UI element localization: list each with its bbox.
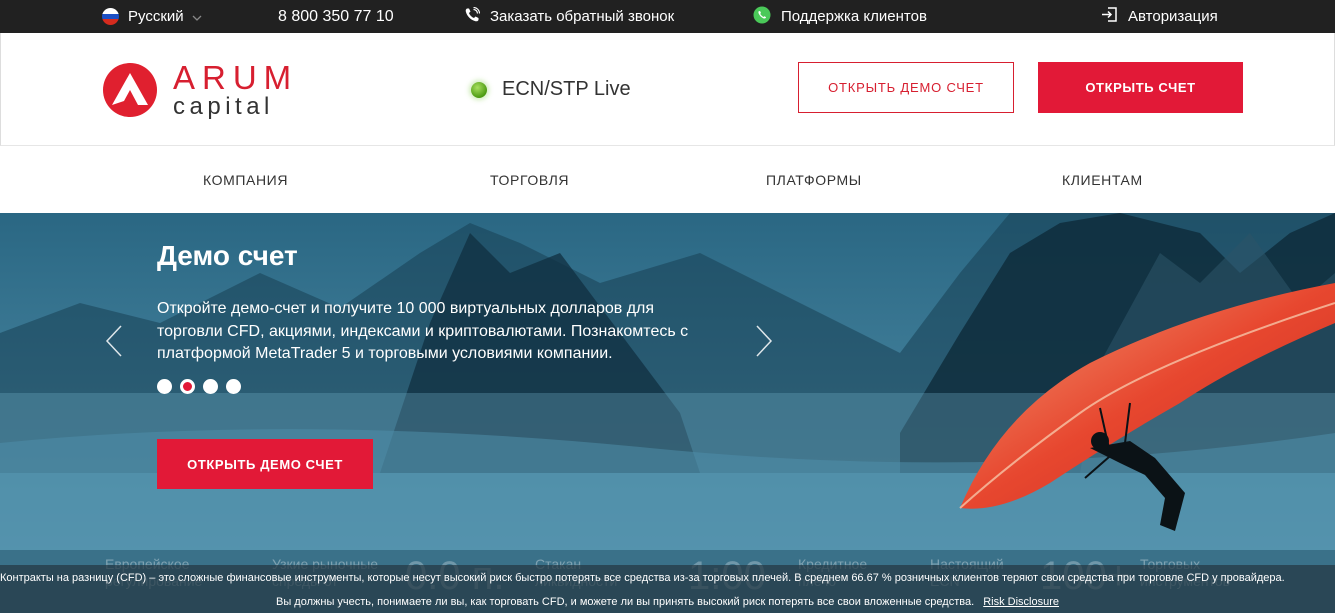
risk-disclosure-link[interactable]: Risk Disclosure [983,596,1059,608]
status-label: ECN/STP Live [502,78,631,100]
chevron-down-icon [192,8,202,25]
phone-number[interactable]: 8 800 350 77 10 [278,0,394,33]
nav-item-clients[interactable]: КЛИЕНТАМ [1062,146,1143,213]
open-demo-account-button[interactable]: ОТКРЫТЬ ДЕМО СЧЕТ [798,62,1014,113]
language-label: Русский [128,8,184,25]
slider-dot-4[interactable] [226,379,241,394]
login-link[interactable]: Авторизация [1101,0,1218,33]
status-indicator-icon [471,81,487,98]
support-label: Поддержка клиентов [781,8,927,25]
support-link[interactable]: Поддержка клиентов [753,0,927,33]
logo-arum-text: ARUM [173,59,299,96]
logo-capital-text: capital [173,93,274,120]
phone-icon [464,6,481,27]
site-header: ARUM capital ECN/STP Live ОТКРЫТЬ ДЕМО С… [0,33,1335,146]
hero-description: Откройте демо-счет и получите 10 000 вир… [157,300,689,362]
open-account-button[interactable]: ОТКРЫТЬ СЧЕТ [1038,62,1243,113]
arrow-left-icon[interactable] [104,325,124,357]
whatsapp-icon [753,6,771,28]
risk-warning-banner: Контракты на разницу (CFD) – это сложные… [0,565,1335,613]
hero-title: Демо счет [157,240,298,271]
logo[interactable]: ARUM capital [102,60,302,120]
login-icon [1101,6,1118,27]
language-selector[interactable]: Русский [102,0,202,33]
main-nav: КОМПАНИЯ ТОРГОВЛЯ ПЛАТФОРМЫ КЛИЕНТАМ [0,146,1335,213]
russia-flag-icon [102,8,119,25]
server-status: ECN/STP Live [471,78,631,101]
risk-warning-line-1: Контракты на разницу (CFD) – это сложные… [0,572,1285,584]
slider-dot-3[interactable] [203,379,218,394]
risk-warning-text: Вы должны учесть, понимаете ли вы, как т… [276,596,975,608]
slider-dot-1[interactable] [157,379,172,394]
slider-dot-2-active[interactable] [180,379,195,394]
nav-item-trading[interactable]: ТОРГОВЛЯ [490,146,569,213]
nav-item-platforms[interactable]: ПЛАТФОРМЫ [766,146,862,213]
hero-open-demo-button[interactable]: ОТКРЫТЬ ДЕМО СЧЕТ [157,439,373,489]
top-bar: Русский 8 800 350 77 10 Заказать обратны… [0,0,1335,33]
risk-warning-line-2: Вы должны учесть, понимаете ли вы, как т… [0,596,1335,608]
slider-pagination [157,379,249,394]
nav-item-company[interactable]: КОМПАНИЯ [203,146,288,213]
arrow-right-icon[interactable] [754,325,774,357]
arum-logo-icon [103,63,157,117]
login-label: Авторизация [1128,8,1218,25]
callback-link[interactable]: Заказать обратный звонок [464,0,674,33]
callback-label: Заказать обратный звонок [490,8,675,25]
hero-slider: Демо счет Откройте демо-счет и получите … [0,213,1335,550]
